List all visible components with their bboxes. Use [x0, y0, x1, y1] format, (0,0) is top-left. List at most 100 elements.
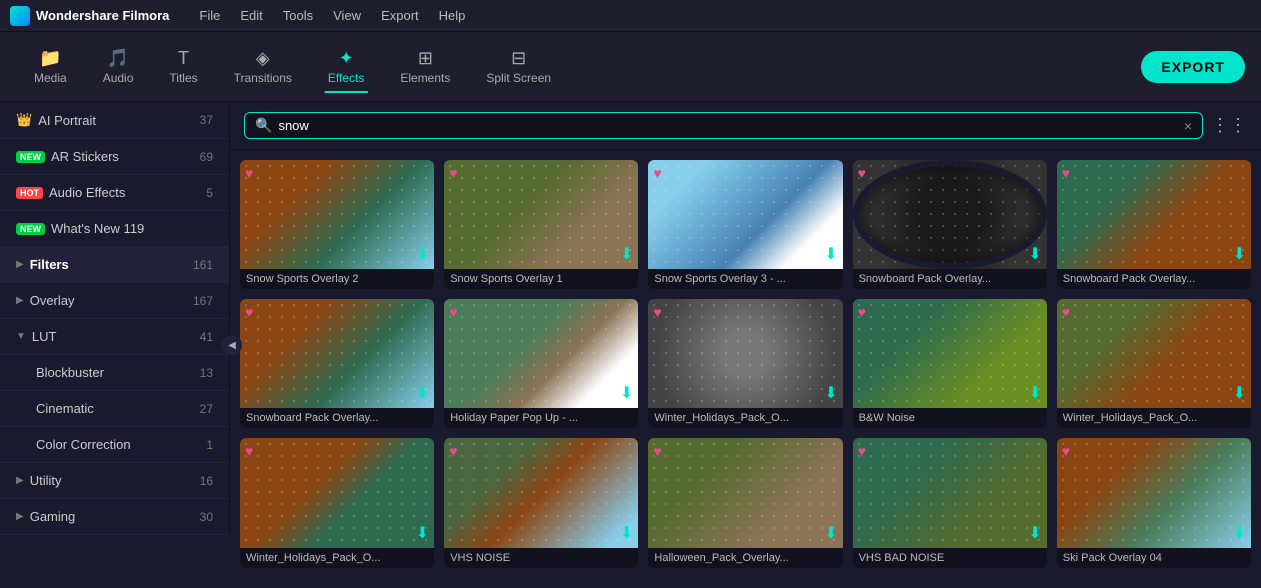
toolbar-split-screen[interactable]: ⊟ Split Screen	[468, 43, 569, 91]
grid-card-6[interactable]: ♥⬇Snowboard Pack Overlay...	[240, 299, 434, 428]
download-icon[interactable]: ⬇	[1233, 383, 1246, 403]
sidebar-item-ai-portrait[interactable]: 👑 AI Portrait 37	[0, 102, 229, 139]
download-icon[interactable]: ⬇	[1028, 244, 1041, 264]
grid-view-icon[interactable]: ⋮⋮	[1211, 115, 1247, 136]
sidebar-collapse-button[interactable]: ◀	[222, 335, 242, 355]
download-icon[interactable]: ⬇	[1028, 523, 1041, 543]
collapse-icon-3: ▶	[16, 475, 24, 486]
favorite-icon: ♥	[1062, 165, 1070, 181]
favorite-icon: ♥	[858, 443, 866, 459]
sidebar-item-ar-stickers[interactable]: NEW AR Stickers 69	[0, 139, 229, 175]
download-icon[interactable]: ⬇	[824, 523, 837, 543]
export-button[interactable]: EXPORT	[1141, 51, 1245, 83]
card-label: Winter_Holidays_Pack_O...	[240, 548, 434, 568]
card-thumbnail: ♥⬇	[1057, 438, 1251, 547]
toolbar-audio[interactable]: 🎵 Audio	[85, 43, 152, 91]
grid-card-8[interactable]: ♥⬇Winter_Holidays_Pack_O...	[648, 299, 842, 428]
grid-card-13[interactable]: ♥ ⬇ Halloween_Pack_Overlay...	[648, 438, 842, 567]
grid-card-3[interactable]: ♥⬇Snow Sports Overlay 3 - ...	[648, 160, 842, 289]
sidebar-item-whats-new[interactable]: NEW What's New 119	[0, 211, 229, 247]
favorite-icon: ♥	[245, 165, 253, 181]
menu-edit[interactable]: Edit	[230, 0, 272, 32]
card-label: Snow Sports Overlay 2	[240, 269, 434, 289]
sidebar-item-overlay[interactable]: ▶ Overlay 167	[0, 283, 229, 319]
favorite-icon: ♥	[449, 165, 457, 181]
sidebar: 👑 AI Portrait 37 NEW AR Stickers 69 HOT …	[0, 102, 230, 535]
download-icon[interactable]: ⬇	[824, 383, 837, 403]
toolbar: 📁 Media 🎵 Audio T Titles ◈ Transitions ✦…	[0, 32, 1261, 102]
grid-card-1[interactable]: ♥ ⬇ Snow Sports Overlay 2	[240, 160, 434, 289]
sidebar-item-blockbuster[interactable]: Blockbuster 13	[0, 355, 229, 391]
download-icon[interactable]: ⬇	[416, 244, 429, 264]
download-icon[interactable]: ⬇	[824, 244, 837, 264]
effects-grid: ♥⬇Snow Sports Overlay 2♥⬇Snow Sports Ove…	[230, 150, 1261, 588]
card-label: Halloween_Pack_Overlay...	[648, 548, 842, 568]
card-label: Winter_Holidays_Pack_O...	[648, 408, 842, 428]
toolbar-titles[interactable]: T Titles	[151, 43, 215, 91]
download-icon[interactable]: ⬇	[620, 244, 633, 264]
menu-file[interactable]: File	[189, 0, 230, 32]
content-area: 🔍 × ⋮⋮ ♥⬇Snow Sports Overlay 2♥⬇Snow Spo…	[230, 102, 1261, 588]
card-thumbnail: ♥⬇	[240, 299, 434, 408]
card-label: Ski Pack Overlay 04	[1057, 548, 1251, 568]
toolbar-media[interactable]: 📁 Media	[16, 43, 85, 91]
card-thumbnail: ♥⬇	[444, 438, 638, 547]
favorite-icon: ♥	[449, 304, 457, 320]
main-area: 👑 AI Portrait 37 NEW AR Stickers 69 HOT …	[0, 102, 1261, 588]
card-thumbnail: ♥⬇	[853, 299, 1047, 408]
grid-card-15[interactable]: ♥⬇Ski Pack Overlay 04	[1057, 438, 1251, 567]
search-bar: 🔍 × ⋮⋮	[230, 102, 1261, 150]
grid-card-7[interactable]: ♥⬇Holiday Paper Pop Up - ...	[444, 299, 638, 428]
favorite-icon: ♥	[1062, 443, 1070, 459]
toolbar-effects[interactable]: ✦ Effects	[310, 43, 382, 91]
sidebar-item-audio-effects[interactable]: HOT Audio Effects 5	[0, 175, 229, 211]
sidebar-item-filters[interactable]: ▶ Filters 161	[0, 247, 229, 283]
card-label: Snow Sports Overlay 3 - ...	[648, 269, 842, 289]
card-label: Winter_Holidays_Pack_O...	[1057, 408, 1251, 428]
card-thumbnail: ♥⬇	[648, 160, 842, 269]
menu-bar: Wondershare Filmora File Edit Tools View…	[0, 0, 1261, 32]
menu-help[interactable]: Help	[429, 0, 476, 32]
search-input[interactable]	[278, 118, 1177, 133]
grid-card-14[interactable]: ♥ ⬇ VHS BAD NOISE	[853, 438, 1047, 567]
grid-card-11[interactable]: ♥⬇Winter_Holidays_Pack_O...	[240, 438, 434, 567]
toolbar-transitions[interactable]: ◈ Transitions	[216, 43, 310, 91]
card-label: Snow Sports Overlay 1	[444, 269, 638, 289]
grid-card-10[interactable]: ♥⬇Winter_Holidays_Pack_O...	[1057, 299, 1251, 428]
sidebar-item-cinematic[interactable]: Cinematic 27	[0, 391, 229, 427]
download-icon[interactable]: ⬇	[1233, 244, 1246, 264]
favorite-icon: ♥	[653, 165, 661, 181]
toolbar-elements[interactable]: ⊞ Elements	[382, 43, 468, 91]
app-name: Wondershare Filmora	[36, 8, 169, 23]
download-icon[interactable]: ⬇	[416, 523, 429, 543]
download-icon[interactable]: ⬇	[1028, 383, 1041, 403]
grid-card-4[interactable]: ♥⬇Snowboard Pack Overlay...	[853, 160, 1047, 289]
sidebar-item-color-correction[interactable]: Color Correction 1	[0, 427, 229, 463]
download-icon[interactable]: ⬇	[416, 383, 429, 403]
elements-icon: ⊞	[418, 49, 433, 67]
card-label: Snowboard Pack Overlay...	[1057, 269, 1251, 289]
grid-card-5[interactable]: ♥ ⬇ Snowboard Pack Overlay...	[1057, 160, 1251, 289]
favorite-icon: ♥	[858, 304, 866, 320]
favorite-icon: ♥	[653, 443, 661, 459]
card-thumbnail: ♥⬇	[853, 160, 1047, 269]
card-label: Holiday Paper Pop Up - ...	[444, 408, 638, 428]
search-clear-button[interactable]: ×	[1184, 118, 1192, 134]
grid-card-2[interactable]: ♥ ⬇ Snow Sports Overlay 1	[444, 160, 638, 289]
menu-export[interactable]: Export	[371, 0, 429, 32]
sidebar-item-gaming[interactable]: ▶ Gaming 30	[0, 499, 229, 535]
new-badge: NEW	[16, 151, 45, 163]
download-icon[interactable]: ⬇	[620, 523, 633, 543]
sidebar-item-utility[interactable]: ▶ Utility 16	[0, 463, 229, 499]
menu-view[interactable]: View	[323, 0, 371, 32]
card-label: VHS BAD NOISE	[853, 548, 1047, 568]
grid-card-9[interactable]: ♥⬇B&W Noise	[853, 299, 1047, 428]
menu-tools[interactable]: Tools	[273, 0, 323, 32]
titles-icon: T	[178, 49, 189, 67]
download-icon[interactable]: ⬇	[1233, 523, 1246, 543]
card-thumbnail: ♥⬇	[444, 299, 638, 408]
download-icon[interactable]: ⬇	[620, 383, 633, 403]
grid-card-12[interactable]: ♥⬇VHS NOISE	[444, 438, 638, 567]
favorite-icon: ♥	[449, 443, 457, 459]
sidebar-item-lut[interactable]: ▼ LUT 41	[0, 319, 229, 355]
